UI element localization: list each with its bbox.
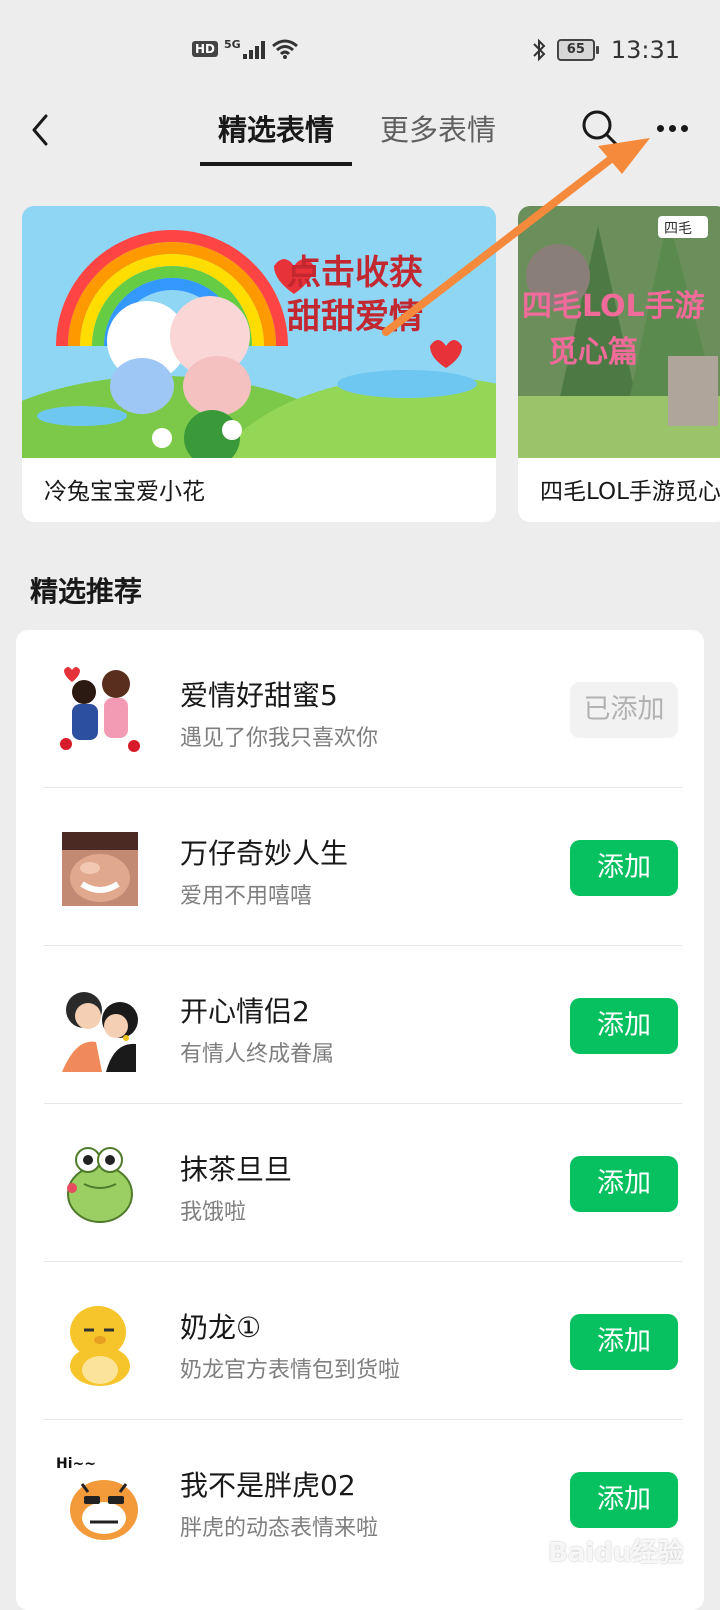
5g-icon: 5G — [224, 37, 241, 51]
add-button[interactable]: 添加 — [570, 1156, 678, 1212]
item-desc: 遇见了你我只喜欢你 — [180, 726, 379, 751]
banner-card-1[interactable]: 点击收获 甜甜爱情 冷兔宝宝爱小花 — [22, 206, 496, 522]
item-name: 奶龙① — [180, 1311, 262, 1344]
sticker-list: 爱情好甜蜜5 遇见了你我只喜欢你 已添加 万仔奇妙人生 爱用不用嘻嘻 添加 开心… — [16, 630, 704, 1610]
status-bar-left: HD 5G — [192, 38, 299, 60]
svg-text:点击收获: 点击收获 — [287, 253, 423, 293]
added-button[interactable]: 已添加 — [570, 682, 678, 738]
status-bar-right: 65 13:31 — [531, 36, 680, 64]
add-button[interactable]: 添加 — [570, 998, 678, 1054]
happy-couple-icon — [62, 992, 138, 1072]
add-button[interactable]: 添加 — [570, 1472, 678, 1528]
section-title: 精选推荐 — [30, 575, 143, 608]
item-desc: 胖虎的动态表情来啦 — [180, 1516, 379, 1541]
face-photo-icon — [62, 832, 138, 906]
bluetooth-icon — [533, 38, 546, 62]
item-desc: 爱用不用嘻嘻 — [180, 884, 313, 909]
list-item[interactable]: 奶龙① 奶龙官方表情包到货啦 添加 — [16, 1262, 704, 1420]
tab-selected-label: 精选表情 — [217, 113, 334, 147]
yellow-dragon-icon — [70, 1306, 130, 1386]
item-name: 抹茶旦旦 — [180, 1153, 293, 1186]
list-item[interactable]: 万仔奇妙人生 爱用不用嘻嘻 添加 — [16, 788, 704, 946]
banner-caption-1: 冷兔宝宝爱小花 — [44, 479, 205, 505]
status-bar: HD 5G 65 13:31 — [0, 0, 720, 100]
banner-caption-2: 四毛LOL手游觅心篇 — [540, 479, 720, 505]
green-dino-icon — [67, 1147, 133, 1223]
banner-art-bunnies: 点击收获 甜甜爱情 — [22, 206, 496, 458]
banner-art-lol: 四毛LOL手游 觅心篇 四毛 — [518, 206, 720, 458]
add-button[interactable]: 添加 — [570, 840, 678, 896]
item-desc: 有情人终成眷属 — [180, 1042, 335, 1067]
tiger-hi-text: Hi~~ — [56, 1456, 96, 1472]
item-desc: 奶龙官方表情包到货啦 — [180, 1358, 401, 1383]
item-name: 开心情侣2 — [180, 995, 310, 1028]
clock: 13:31 — [610, 36, 680, 64]
list-item[interactable]: 爱情好甜蜜5 遇见了你我只喜欢你 已添加 — [16, 630, 704, 788]
more-options-icon[interactable] — [650, 106, 694, 150]
svg-text:甜甜爱情: 甜甜爱情 — [287, 297, 423, 337]
back-arrow-icon[interactable] — [24, 108, 64, 152]
item-desc: 我饿啦 — [180, 1200, 247, 1225]
list-item[interactable]: 开心情侣2 有情人终成眷属 添加 — [16, 946, 704, 1104]
wifi-icon — [271, 39, 298, 59]
svg-text:觅心篇: 觅心篇 — [548, 335, 638, 370]
item-name: 爱情好甜蜜5 — [180, 679, 338, 712]
svg-text:四毛LOL手游: 四毛LOL手游 — [522, 289, 705, 324]
search-icon[interactable] — [578, 106, 622, 150]
battery-icon: 65 — [556, 39, 599, 61]
nav-bar: 精选表情 更多表情 — [0, 100, 720, 170]
watermark: Baidu经验 — [548, 1538, 684, 1568]
signal-icon — [242, 39, 265, 59]
tab-underline — [200, 162, 352, 166]
add-button[interactable]: 添加 — [570, 1314, 678, 1370]
tab-selected-stickers[interactable]: 精选表情 — [200, 108, 352, 166]
item-name: 万仔奇妙人生 — [180, 837, 349, 870]
item-name: 我不是胖虎02 — [180, 1469, 356, 1502]
svg-text:四毛: 四毛 — [664, 221, 692, 237]
tab-more-stickers[interactable]: 更多表情 — [380, 108, 496, 156]
list-item[interactable]: 抹茶旦旦 我饿啦 添加 — [16, 1104, 704, 1262]
banner-card-2[interactable]: 四毛LOL手游 觅心篇 四毛 四毛LOL手游觅心篇 — [518, 206, 720, 522]
tiger-icon: Hi~~ — [56, 1456, 138, 1540]
kissing-couple-icon — [60, 667, 140, 752]
hd-icon: HD — [192, 41, 219, 57]
